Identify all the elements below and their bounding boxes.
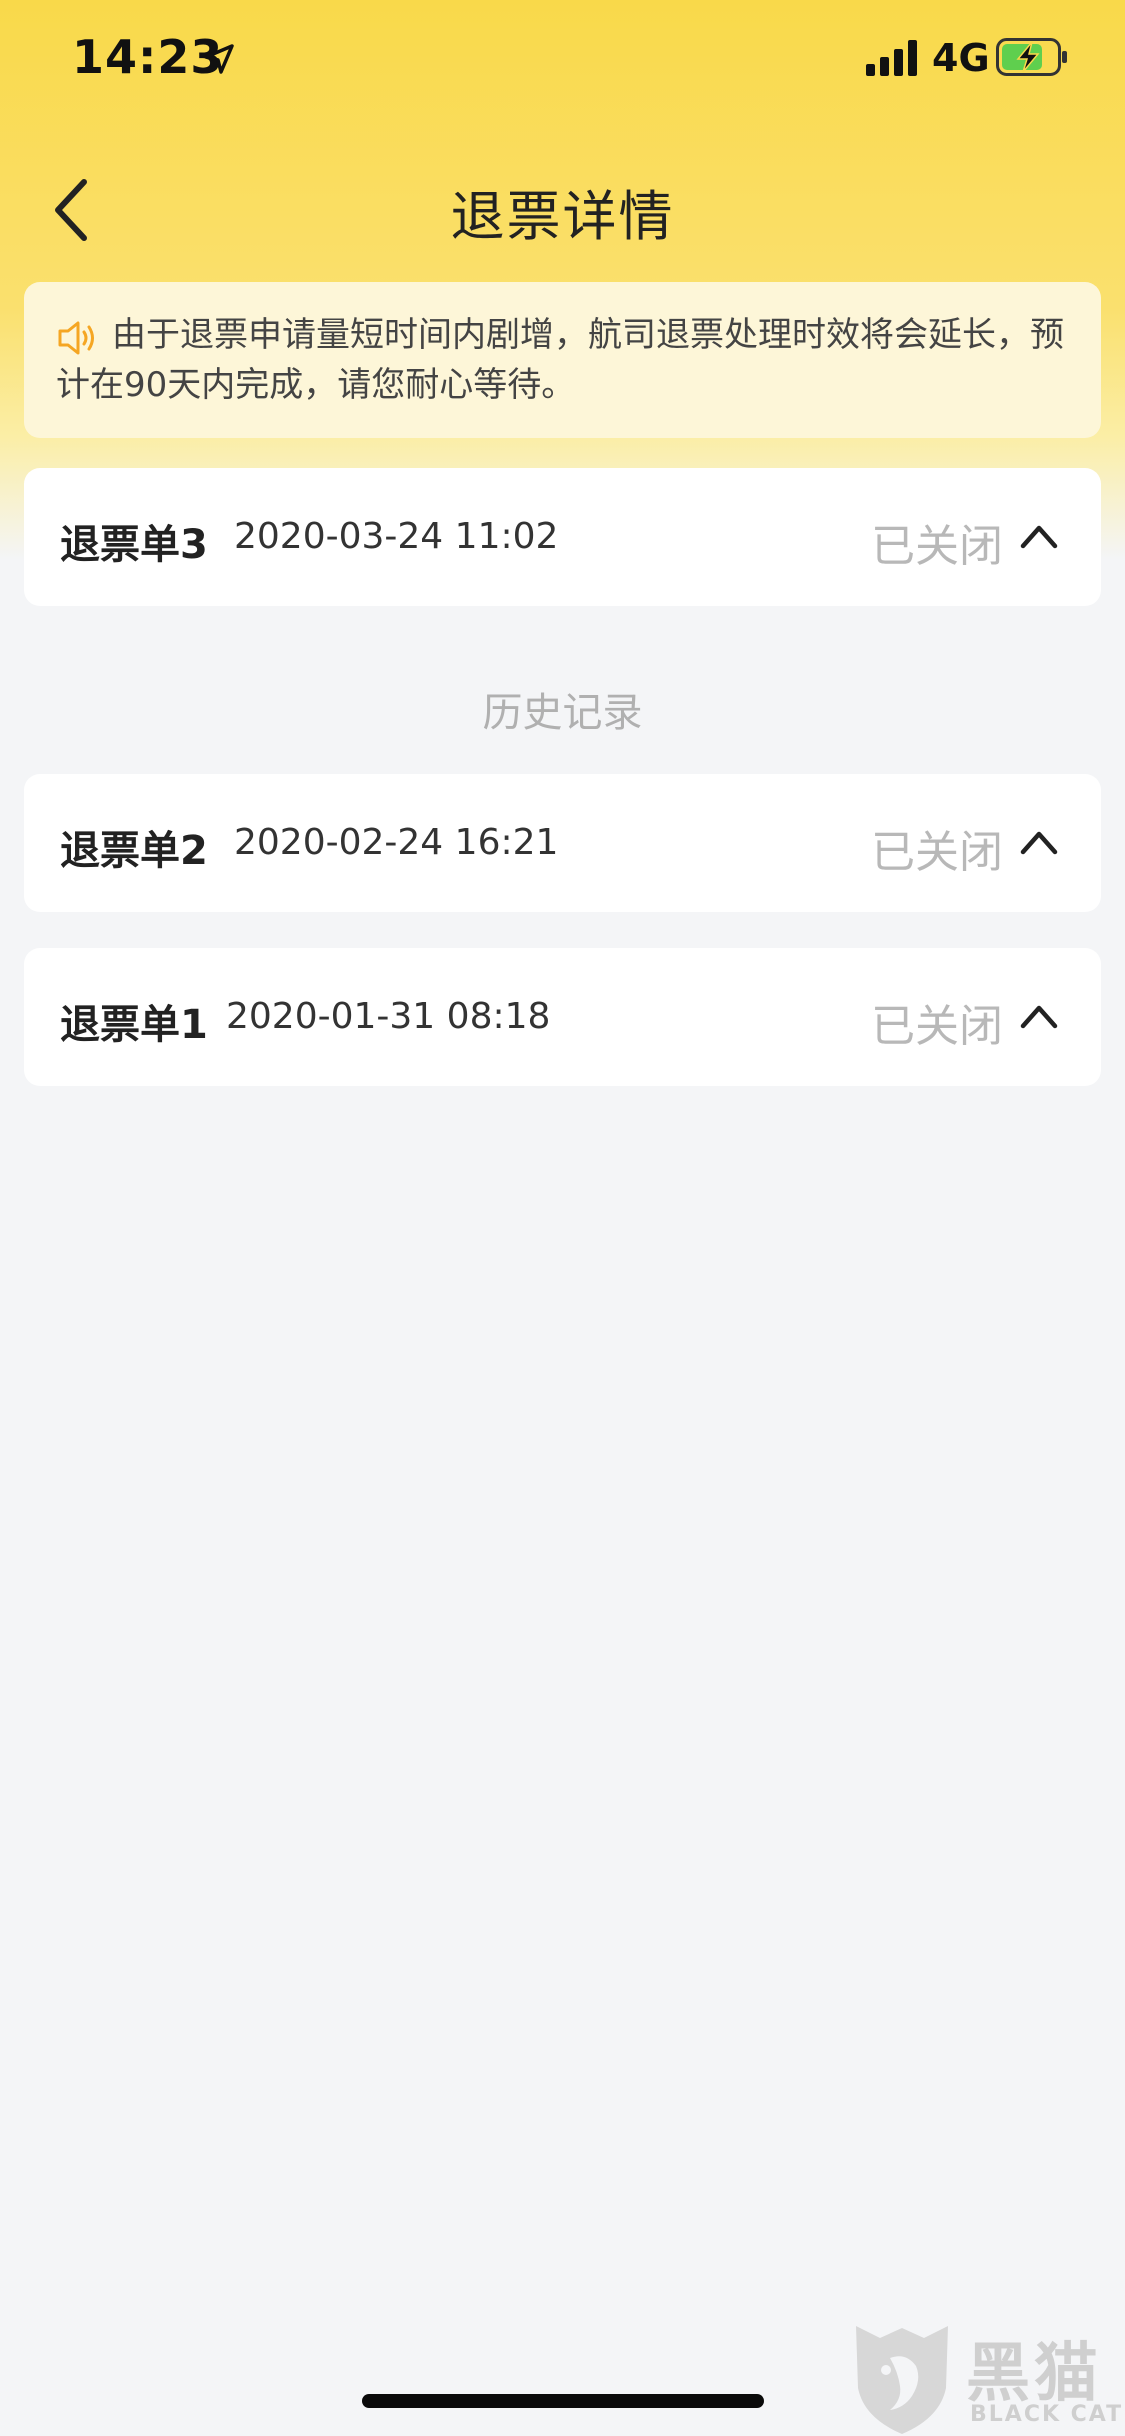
refund-order-status: 已关闭 [871, 1001, 1003, 1052]
refund-order-card[interactable]: 退票单2 2020-02-24 16:21 已关闭 [24, 774, 1101, 912]
black-cat-shield-icon [856, 2326, 948, 2434]
watermark-name-en: BLACK CAT [970, 2402, 1124, 2427]
cellular-signal-icon [866, 40, 917, 76]
refund-order-title: 退票单3 [60, 522, 208, 568]
history-section-label: 历史记录 [482, 690, 643, 736]
refund-order-card[interactable]: 退票单3 2020-03-24 11:02 已关闭 [24, 468, 1101, 606]
chevron-up-icon[interactable] [1017, 516, 1061, 556]
navigation-bar: 退票详情 [0, 150, 1125, 270]
home-indicator[interactable] [362, 2394, 764, 2408]
refund-detail-screen: 14:23 4G 退票详情 由于退票申请量短时间内剧增，航司退票处理时效将会延长… [0, 0, 1125, 2436]
chevron-up-icon[interactable] [1017, 996, 1061, 1036]
watermark-name-cn: 黑猫 [966, 2337, 1102, 2411]
speaker-icon [58, 321, 94, 355]
black-cat-watermark: 黑猫 BLACK CAT [846, 2318, 1125, 2436]
location-arrow-icon [204, 44, 234, 74]
refund-order-title: 退票单1 [60, 1002, 208, 1048]
notice-text: 由于退票申请量短时间内剧增，航司退票处理时效将会延长，预计在90天内完成，请您耐… [56, 315, 1064, 405]
refund-order-date: 2020-01-31 08:18 [226, 996, 551, 1037]
refund-order-date: 2020-02-24 16:21 [234, 822, 559, 863]
battery-charging-icon [996, 38, 1067, 76]
status-time: 14:23 [72, 30, 224, 84]
refund-order-title: 退票单2 [60, 828, 208, 874]
refund-order-status: 已关闭 [871, 521, 1003, 572]
network-type-label: 4G [932, 36, 990, 80]
chevron-up-icon[interactable] [1017, 822, 1061, 862]
refund-order-status: 已关闭 [871, 827, 1003, 878]
status-bar: 14:23 4G [0, 0, 1125, 120]
refund-order-date: 2020-03-24 11:02 [234, 516, 559, 557]
refund-order-card[interactable]: 退票单1 2020-01-31 08:18 已关闭 [24, 948, 1101, 1086]
delay-notice-banner: 由于退票申请量短时间内剧增，航司退票处理时效将会延长，预计在90天内完成，请您耐… [24, 282, 1101, 438]
page-title: 退票详情 [450, 185, 675, 248]
